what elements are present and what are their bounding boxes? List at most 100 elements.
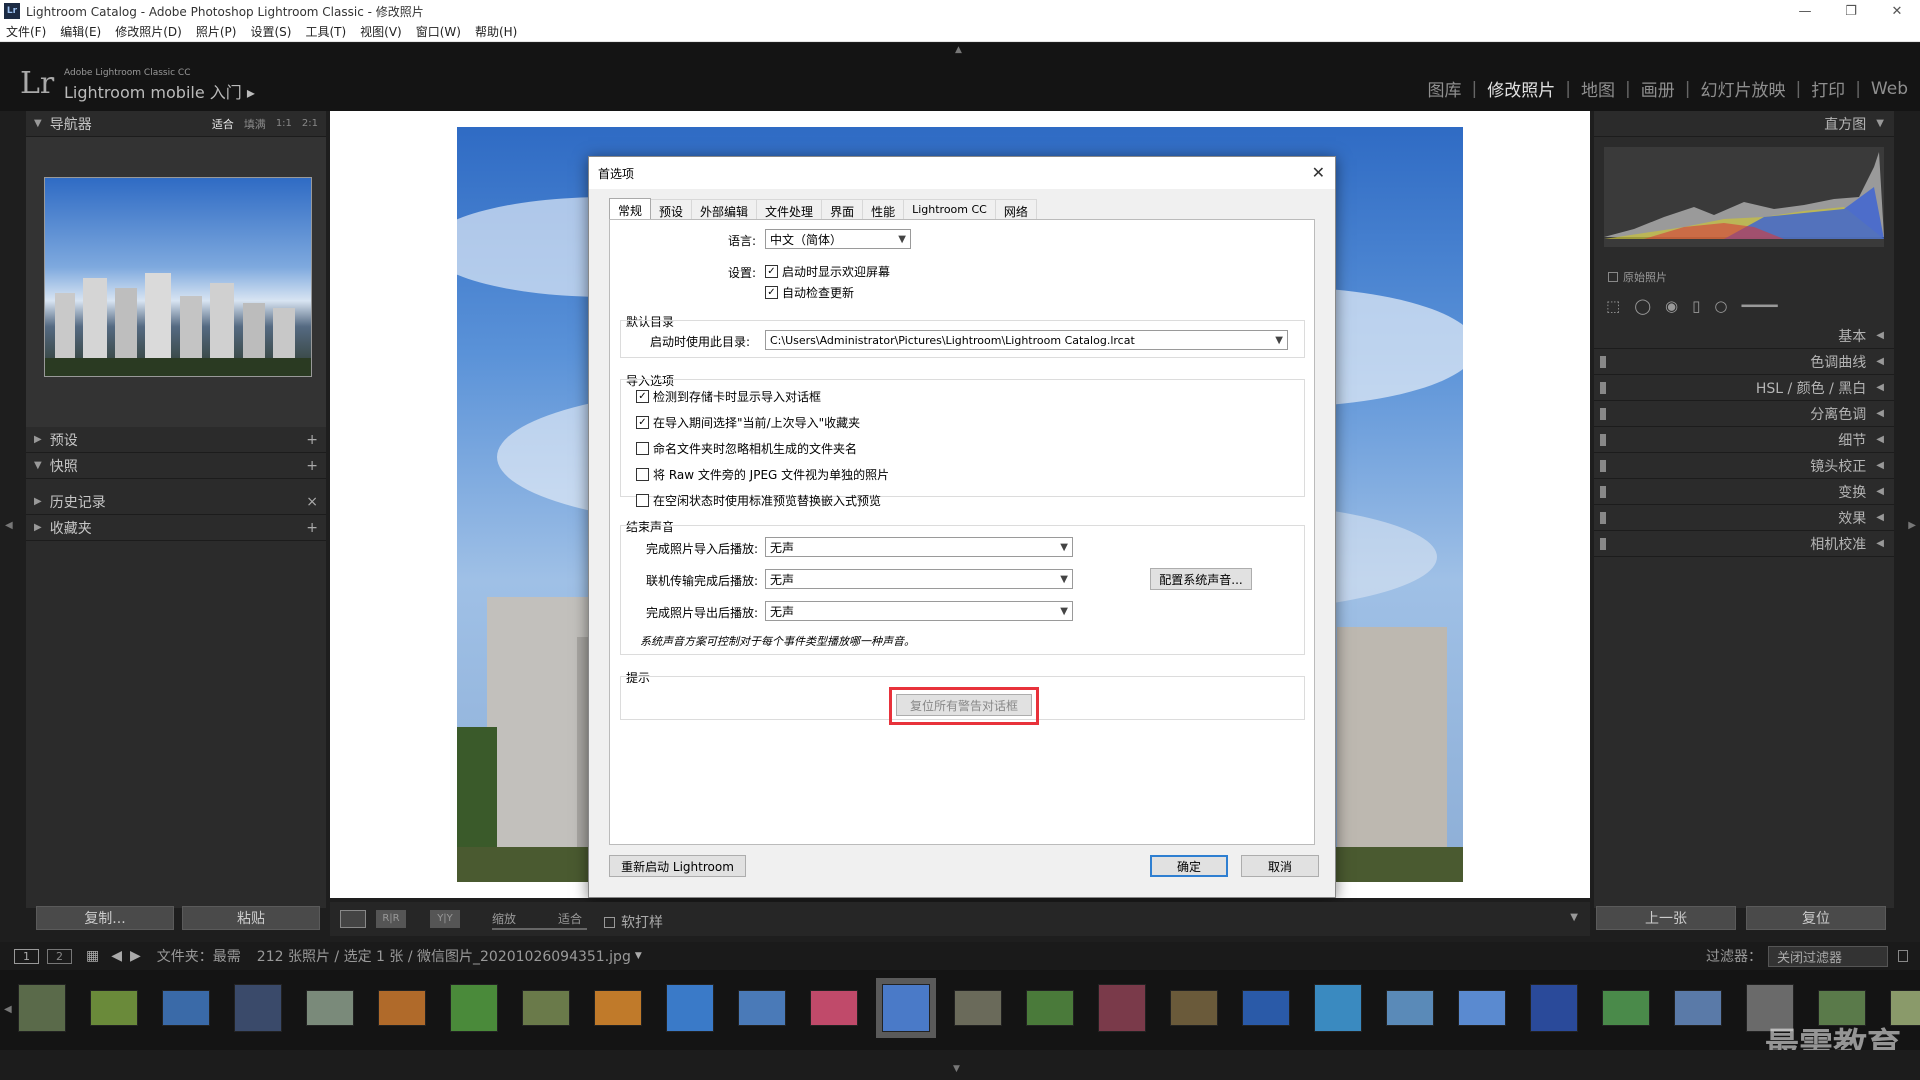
panel-snapshots[interactable]: ▼ 快照 +	[26, 453, 326, 479]
panel-collections[interactable]: ▶ 收藏夹 +	[26, 515, 326, 541]
sound-import-select[interactable]: 无声 ▼	[765, 537, 1073, 557]
module-slideshow[interactable]: 幻灯片放映	[1700, 76, 1785, 101]
zoom-2-1[interactable]: 2:1	[302, 118, 318, 129]
menu-tools[interactable]: 工具(T)	[305, 23, 346, 40]
catalog-select[interactable]: C:\Users\Administrator\Pictures\Lightroo…	[765, 330, 1288, 350]
before-after-yy-button[interactable]: Y|Y	[430, 910, 460, 928]
grid-view-icon[interactable]: ▦	[86, 948, 99, 964]
panel-effects[interactable]: 效果 ◀	[1594, 505, 1894, 531]
filmstrip-thumbnail[interactable]	[516, 978, 576, 1038]
import-opt-3-checkbox[interactable]: 命名文件夹时忽略相机生成的文件夹名	[636, 440, 857, 457]
menu-photo[interactable]: 照片(P)	[196, 23, 237, 40]
import-opt-4-checkbox[interactable]: 将 Raw 文件旁的 JPEG 文件视为单独的照片	[636, 466, 889, 483]
radial-filter-icon[interactable]: ○	[1714, 297, 1727, 315]
panel-switch-icon[interactable]	[1600, 407, 1606, 420]
navigator-header[interactable]: ▼ 导航器 适合 填满 1:1 2:1	[26, 111, 326, 137]
collapse-right-icon[interactable]: ▶	[1908, 520, 1916, 531]
panel-switch-icon[interactable]	[1600, 537, 1606, 550]
panel-hsl[interactable]: HSL / 颜色 / 黑白 ◀	[1594, 375, 1894, 401]
filmstrip-thumbnail[interactable]	[1236, 978, 1296, 1038]
menu-window[interactable]: 窗口(W)	[416, 23, 461, 40]
panel-switch-icon[interactable]	[1600, 511, 1606, 524]
toolbar-menu-chevron-icon[interactable]: ▼	[1570, 912, 1578, 923]
previous-button[interactable]: 上一张	[1596, 906, 1736, 930]
paste-settings-button[interactable]: 粘贴	[182, 906, 320, 930]
screen-1-button[interactable]: 1	[14, 948, 39, 964]
crop-tool-icon[interactable]: ⬚	[1606, 297, 1620, 315]
panel-presets[interactable]: ▶ 预设 +	[26, 427, 326, 453]
screen-2-button[interactable]: 2	[47, 948, 72, 964]
show-splash-checkbox[interactable]: ✓ 启动时显示欢迎屏幕	[765, 263, 890, 280]
panel-switch-icon[interactable]	[1600, 433, 1606, 446]
sound-tether-select[interactable]: 无声 ▼	[765, 569, 1073, 589]
filmstrip-thumbnail[interactable]	[444, 978, 504, 1038]
zoom-fit[interactable]: 适合	[212, 116, 234, 132]
panel-switch-icon[interactable]	[1600, 355, 1606, 368]
back-arrow-icon[interactable]: ◀	[111, 948, 122, 964]
language-select[interactable]: 中文（简体） ▼	[765, 229, 911, 249]
graduated-filter-icon[interactable]: ▯	[1692, 297, 1700, 315]
zoom-fill[interactable]: 填满	[244, 116, 266, 132]
filmstrip-thumbnail[interactable]	[1164, 978, 1224, 1038]
sound-export-select[interactable]: 无声 ▼	[765, 601, 1073, 621]
restart-lightroom-button[interactable]: 重新启动 Lightroom	[609, 855, 746, 877]
navigator-thumbnail[interactable]	[44, 177, 312, 377]
module-book[interactable]: 画册	[1641, 76, 1675, 101]
filmstrip-thumbnail[interactable]	[1668, 978, 1728, 1038]
original-photo-checkbox[interactable]: 原始照片	[1608, 269, 1667, 285]
filmstrip-thumbnail[interactable]	[732, 978, 792, 1038]
panel-tone-curve[interactable]: 色调曲线 ◀	[1594, 349, 1894, 375]
photo-count[interactable]: 212 张照片 / 选定 1 张 / 微信图片_20201026094351.j…	[257, 946, 631, 966]
import-opt-1-checkbox[interactable]: ✓ 检测到存储卡时显示导入对话框	[636, 388, 821, 405]
ok-button[interactable]: 确定	[1150, 855, 1228, 877]
reset-warnings-button[interactable]: 复位所有警告对话框	[896, 694, 1032, 716]
filmstrip-thumbnail[interactable]	[1380, 978, 1440, 1038]
filmstrip-thumbnail[interactable]	[876, 978, 936, 1038]
filmstrip-thumbnail[interactable]	[228, 978, 288, 1038]
module-web[interactable]: Web	[1871, 79, 1908, 99]
filter-lock-icon[interactable]	[1898, 950, 1908, 962]
copy-settings-button[interactable]: 复制...	[36, 906, 174, 930]
softproof-checkbox[interactable]: 软打样	[604, 912, 663, 932]
panel-lens-corrections[interactable]: 镜头校正 ◀	[1594, 453, 1894, 479]
filmstrip-thumbnail[interactable]	[12, 978, 72, 1038]
module-develop[interactable]: 修改照片	[1487, 76, 1555, 101]
histogram-header[interactable]: 直方图 ▼	[1594, 111, 1894, 137]
collapse-top-icon[interactable]: ▲	[955, 45, 962, 55]
lightroom-mobile-link[interactable]: Lightroom mobile 入门 ▸	[64, 79, 255, 103]
filter-select[interactable]: 关闭过滤器	[1768, 945, 1888, 967]
panel-detail[interactable]: 细节 ◀	[1594, 427, 1894, 453]
import-opt-2-checkbox[interactable]: ✓ 在导入期间选择"当前/上次导入"收藏夹	[636, 414, 860, 431]
filmstrip-thumbnail[interactable]	[300, 978, 360, 1038]
menu-view[interactable]: 视图(V)	[360, 23, 402, 40]
filmstrip-thumbnail[interactable]	[660, 978, 720, 1038]
brush-slider-icon[interactable]: ━━━━	[1741, 297, 1777, 315]
folder-path[interactable]: 文件夹：最需	[157, 946, 241, 966]
filmstrip-thumbnail[interactable]	[804, 978, 864, 1038]
filmstrip-thumbnail[interactable]	[372, 978, 432, 1038]
filmstrip-thumbnail[interactable]	[1092, 978, 1152, 1038]
menu-develop[interactable]: 修改照片(D)	[115, 23, 182, 40]
panel-switch-icon[interactable]	[1600, 485, 1606, 498]
menu-settings[interactable]: 设置(S)	[250, 23, 291, 40]
config-sound-button[interactable]: 配置系统声音...	[1150, 568, 1252, 590]
module-map[interactable]: 地图	[1581, 76, 1615, 101]
filmstrip-thumbnail[interactable]	[1452, 978, 1512, 1038]
panel-switch-icon[interactable]	[1600, 381, 1606, 394]
collapse-left-icon[interactable]: ◀	[5, 520, 13, 531]
minimize-button[interactable]: —	[1782, 0, 1828, 22]
loupe-view-icon[interactable]	[340, 910, 366, 928]
add-preset-icon[interactable]: +	[306, 432, 318, 448]
menu-file[interactable]: 文件(F)	[6, 23, 46, 40]
filmstrip-thumbnail[interactable]	[1308, 978, 1368, 1038]
filmstrip-thumbnail[interactable]	[1524, 978, 1584, 1038]
panel-history[interactable]: ▶ 历史记录 ×	[26, 489, 326, 515]
cancel-button[interactable]: 取消	[1241, 855, 1319, 877]
maximize-button[interactable]: ❐	[1828, 0, 1874, 22]
reset-button[interactable]: 复位	[1746, 906, 1886, 930]
zoom-1-1[interactable]: 1:1	[276, 118, 292, 129]
red-eye-icon[interactable]: ◉	[1665, 297, 1678, 315]
filmstrip-thumbnail[interactable]	[948, 978, 1008, 1038]
chevron-down-icon[interactable]: ▼	[635, 951, 642, 961]
spot-removal-icon[interactable]: ◯	[1634, 297, 1651, 315]
